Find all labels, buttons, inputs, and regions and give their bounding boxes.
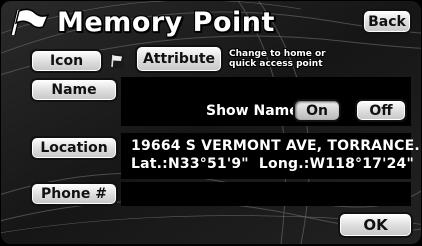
page-title: Memory Point: [57, 6, 275, 38]
attribute-button[interactable]: Attribute: [135, 45, 223, 73]
attribute-hint-line1: Change to home or: [229, 49, 326, 59]
back-button[interactable]: Back: [362, 9, 412, 34]
memory-point-screen: Memory Point Back Icon Attribute Change …: [1, 1, 421, 244]
show-name-label: Show Name: [206, 103, 299, 119]
location-address: 19664 S VERMONT AVE, TORRANCE...: [131, 138, 421, 154]
show-name-off-button[interactable]: Off: [355, 99, 407, 122]
title-area: Memory Point: [9, 5, 275, 39]
flag-icon: [10, 8, 49, 36]
show-name-on-button[interactable]: On: [293, 99, 341, 122]
ok-button[interactable]: OK: [338, 212, 413, 238]
location-coordinates: Lat.:N33°51'9" Long.:W118°17'24": [131, 156, 414, 172]
name-button[interactable]: Name: [30, 78, 118, 102]
location-button[interactable]: Location: [30, 136, 118, 160]
icon-button[interactable]: Icon: [30, 49, 103, 73]
phone-panel: [121, 182, 411, 206]
attribute-hint-line2: quick access point: [229, 59, 323, 69]
selected-flag-icon: [110, 54, 124, 68]
phone-button[interactable]: Phone #: [30, 182, 118, 206]
